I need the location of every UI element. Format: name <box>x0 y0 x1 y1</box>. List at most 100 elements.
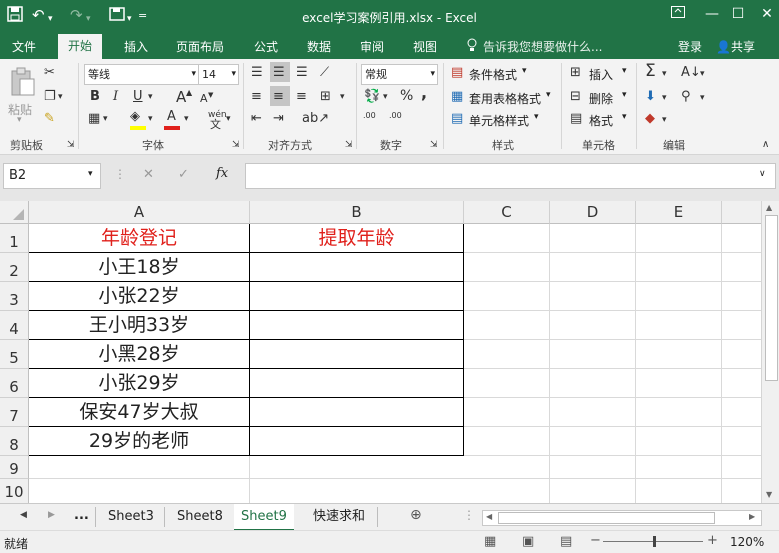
clear-dropdown-icon[interactable]: ▾ <box>662 112 667 128</box>
chevron-down-icon[interactable]: ▾ <box>622 66 627 76</box>
alignment-launcher-icon[interactable]: ⇲ <box>345 137 353 153</box>
format-cells-button[interactable]: 格式 <box>589 112 613 129</box>
sheet-tab-sheet9[interactable]: Sheet9 <box>234 504 294 531</box>
underline-dropdown-icon[interactable]: ▾ <box>148 89 153 105</box>
next-sheet-icon[interactable]: ▶ <box>48 510 55 520</box>
sheet-tab-sheet8[interactable]: Sheet8 <box>171 507 229 527</box>
underline-button[interactable]: U <box>133 89 143 105</box>
align-middle-icon[interactable]: ☰ <box>273 65 285 81</box>
merge-center-icon[interactable]: ⊞ <box>320 89 331 105</box>
enter-icon[interactable]: ✓ <box>178 167 189 182</box>
tab-file[interactable]: 文件 <box>12 38 36 55</box>
tab-view[interactable]: 视图 <box>413 38 437 55</box>
row-header-2[interactable]: 2 <box>0 253 29 282</box>
column-header-e[interactable]: E <box>636 201 722 224</box>
cell-b2[interactable] <box>250 253 463 281</box>
column-header-c[interactable]: C <box>464 201 550 224</box>
column-header-d[interactable]: D <box>550 201 636 224</box>
font-size-box[interactable]: 14 ▾ <box>198 64 239 85</box>
cell-a1[interactable]: 年龄登记 <box>29 224 249 252</box>
tab-data[interactable]: 数据 <box>307 38 331 55</box>
column-header-b[interactable]: B <box>250 201 464 224</box>
font-name-box[interactable]: 等线 ▾ <box>84 64 199 85</box>
fill-color-dropdown-icon[interactable]: ▾ <box>148 111 153 127</box>
decrease-indent-icon[interactable]: ⇤ <box>251 111 262 127</box>
row-header-10[interactable]: 10 <box>0 479 29 503</box>
decrease-decimal-button[interactable]: .00 <box>389 111 402 120</box>
horizontal-scrollbar[interactable]: ◀ ▶ <box>482 510 762 526</box>
cell-a8[interactable]: 29岁的老师 <box>29 427 249 455</box>
align-bottom-icon[interactable]: ☰ <box>296 65 308 81</box>
grow-font-button[interactable]: A <box>176 89 186 105</box>
horizontal-scroll-thumb[interactable] <box>498 512 715 524</box>
formula-input[interactable]: ∨ <box>245 163 776 189</box>
column-header-a[interactable]: A <box>29 201 250 224</box>
page-break-view-icon[interactable]: ▤ <box>560 534 572 549</box>
fill-icon[interactable]: ⬇ <box>645 89 656 105</box>
clear-icon[interactable]: ◆ <box>645 111 655 127</box>
delete-cells-button[interactable]: 删除 <box>589 90 613 107</box>
number-format-box[interactable]: 常规 ▾ <box>361 64 438 85</box>
name-box[interactable]: B2 ▾ <box>3 163 101 189</box>
cancel-icon[interactable]: ✕ <box>143 167 154 182</box>
ribbon-display-icon[interactable] <box>663 6 693 22</box>
shrink-font-button[interactable]: A <box>200 91 208 107</box>
format-as-table-button[interactable]: 套用表格格式 <box>469 90 541 107</box>
cell-b1[interactable]: 提取年龄 <box>250 224 463 252</box>
chevron-down-icon[interactable]: ▾ <box>622 90 627 100</box>
borders-dropdown-icon[interactable]: ▾ <box>103 111 108 127</box>
fill-color-icon[interactable]: ◈ <box>130 109 140 125</box>
orientation-dropdown-icon[interactable]: ab↗ <box>302 111 329 127</box>
zoom-in-button[interactable]: + <box>707 533 718 548</box>
increase-decimal-button[interactable]: .00 <box>363 111 376 120</box>
row-header-4[interactable]: 4 <box>0 311 29 340</box>
increase-indent-icon[interactable]: ⇥ <box>273 111 284 127</box>
scroll-left-icon[interactable]: ◀ <box>486 512 492 521</box>
sign-in-link[interactable]: 登录 <box>678 38 702 55</box>
cell-a3[interactable]: 小张22岁 <box>29 282 249 310</box>
chevron-down-icon[interactable]: ▾ <box>231 65 236 84</box>
prev-sheet-icon[interactable]: ◀ <box>20 510 27 520</box>
row-header-7[interactable]: 7 <box>0 398 29 427</box>
cell-a4[interactable]: 王小明33岁 <box>29 311 249 339</box>
zoom-out-button[interactable]: − <box>590 533 601 548</box>
phonetic-dropdown-icon[interactable]: ▾ <box>226 111 231 127</box>
select-all-corner[interactable] <box>0 201 29 224</box>
row-header-8[interactable]: 8 <box>0 427 29 456</box>
paste-dropdown-icon[interactable]: ▾ <box>17 115 22 125</box>
chevron-down-icon[interactable]: ▾ <box>88 169 93 179</box>
normal-view-icon[interactable]: ▦ <box>484 534 496 549</box>
page-layout-view-icon[interactable]: ▣ <box>522 534 534 549</box>
chevron-down-icon[interactable]: ▾ <box>430 65 435 84</box>
scroll-down-icon[interactable]: ▼ <box>766 490 772 499</box>
chevron-down-icon[interactable]: ▾ <box>546 90 551 100</box>
collapse-ribbon-icon[interactable]: ∧ <box>762 137 769 153</box>
cell-a6[interactable]: 小张29岁 <box>29 369 249 397</box>
tab-insert[interactable]: 插入 <box>124 38 148 55</box>
font-launcher-icon[interactable]: ⇲ <box>232 137 240 153</box>
cell-a7[interactable]: 保安47岁大叔 <box>29 398 249 426</box>
scroll-right-icon[interactable]: ▶ <box>749 512 755 521</box>
currency-dropdown-icon[interactable]: ▾ <box>383 89 388 105</box>
tab-review[interactable]: 审阅 <box>360 38 384 55</box>
clipboard-launcher-icon[interactable]: ⇲ <box>67 137 75 153</box>
tab-split-grip-icon[interactable]: ⋮ <box>463 508 475 522</box>
restore-button[interactable]: ☐ <box>723 6 753 22</box>
vertical-scrollbar[interactable]: ▲ ▼ <box>761 201 779 503</box>
more-sheets-ellipsis[interactable]: ... <box>74 508 89 523</box>
share-button[interactable]: 👤共享 <box>716 38 755 55</box>
tab-formulas[interactable]: 公式 <box>254 38 278 55</box>
conditional-format-button[interactable]: 条件格式 <box>469 66 517 83</box>
chevron-down-icon[interactable]: ▾ <box>534 112 539 122</box>
find-select-icon[interactable]: ⚲ <box>681 89 691 105</box>
font-color-button[interactable]: A <box>167 109 176 125</box>
tell-me-search[interactable]: 告诉我您想要做什么... <box>483 38 602 55</box>
chevron-down-icon[interactable]: ▾ <box>191 65 196 84</box>
paste-icon[interactable] <box>10 67 36 102</box>
autosum-icon[interactable]: Σ <box>645 63 656 80</box>
zoom-slider-thumb[interactable] <box>653 536 656 547</box>
expand-formula-icon[interactable]: ∨ <box>759 169 766 179</box>
font-color-dropdown-icon[interactable]: ▾ <box>184 111 189 127</box>
autosum-dropdown-icon[interactable]: ▾ <box>662 66 667 82</box>
cell-a2[interactable]: 小王18岁 <box>29 253 249 281</box>
